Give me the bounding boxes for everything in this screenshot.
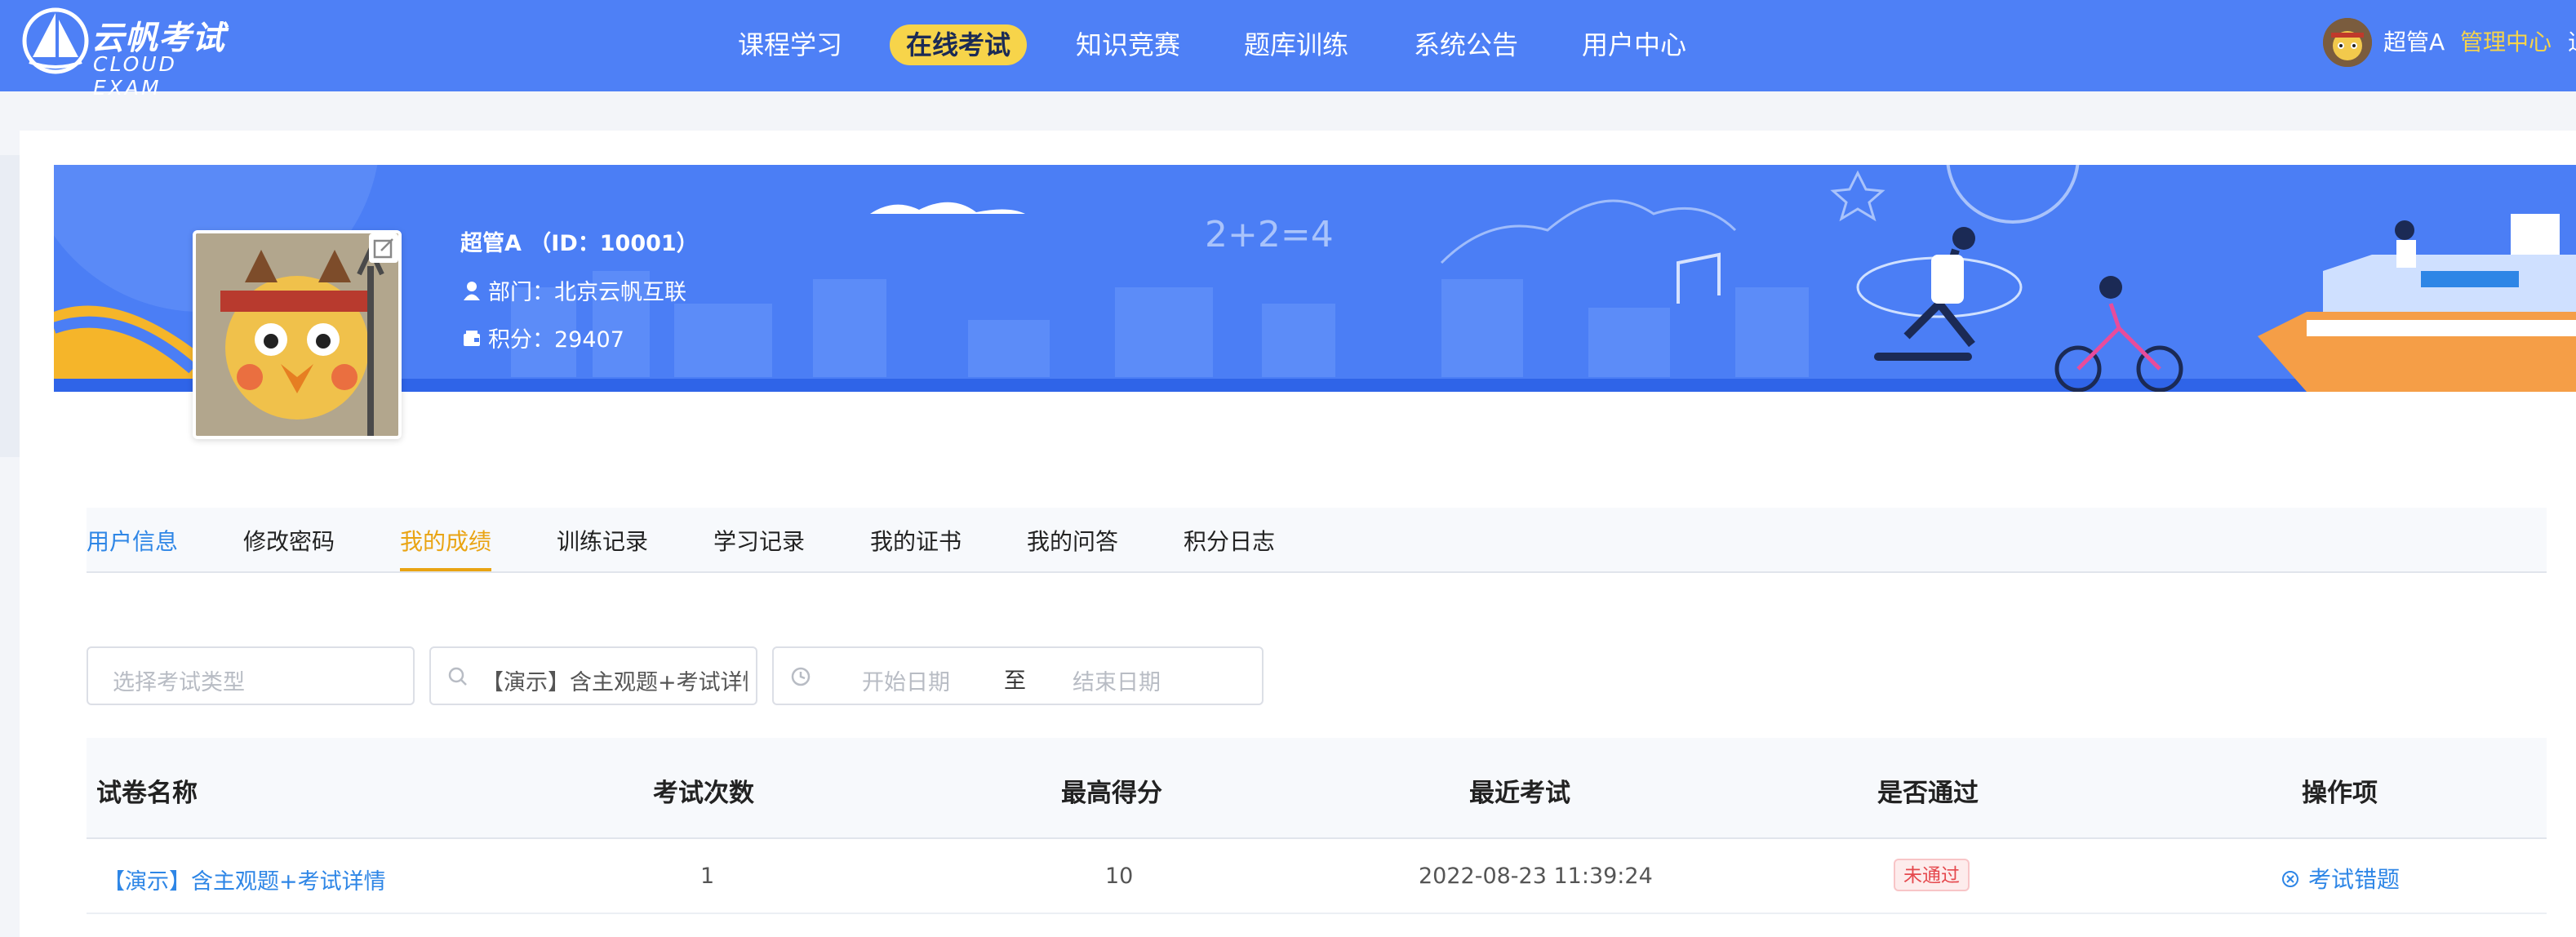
department-text: 部门：北京云帆互联 bbox=[488, 280, 686, 305]
points-text: 积分：29407 bbox=[488, 327, 624, 353]
top-nav-bar: 云帆考试 CLOUD EXAM 课程学习 在线考试 知识竞赛 题库训练 系统公告… bbox=[0, 0, 2576, 100]
brand-name-en: CLOUD EXAM bbox=[93, 52, 177, 100]
nav-item-contest[interactable]: 知识竞赛 bbox=[1059, 24, 1197, 65]
start-date-input[interactable]: 开始日期 bbox=[862, 664, 950, 696]
tab-my-qa[interactable]: 我的问答 bbox=[1027, 524, 1118, 557]
exam-type-select[interactable]: 选择考试类型 bbox=[87, 646, 415, 705]
profile-points: 积分：29407 bbox=[462, 322, 624, 353]
column-header-actions: 操作项 bbox=[2302, 779, 2378, 808]
nav-item-online-exam[interactable]: 在线考试 bbox=[890, 24, 1028, 65]
end-date-input[interactable]: 结束日期 bbox=[1073, 664, 1161, 696]
tab-change-password[interactable]: 修改密码 bbox=[243, 524, 335, 557]
max-score-cell: 10 bbox=[1105, 864, 1134, 889]
banner-illustration: 2+2=4 bbox=[54, 165, 2576, 392]
logo-sail-icon bbox=[22, 7, 89, 74]
side-strip bbox=[0, 155, 20, 457]
user-icon bbox=[462, 280, 485, 307]
nav-item-courses[interactable]: 课程学习 bbox=[722, 24, 859, 65]
search-value: 【演示】含主观题+考试详情 bbox=[482, 670, 748, 695]
wrong-questions-label: 考试错题 bbox=[2308, 866, 2401, 893]
date-range-picker[interactable]: 开始日期 至 结束日期 bbox=[772, 646, 1264, 705]
search-input[interactable]: 【演示】含主观题+考试详情 bbox=[429, 646, 757, 705]
nav-item-announcements[interactable]: 系统公告 bbox=[1397, 24, 1534, 65]
profile-name: 超管A （ID：10001） bbox=[460, 231, 699, 256]
edit-icon bbox=[373, 238, 393, 259]
user-avatar[interactable] bbox=[2323, 18, 2372, 67]
admin-center-link[interactable]: 管理中心 bbox=[2460, 24, 2552, 57]
active-tab-indicator bbox=[400, 568, 491, 571]
clock-icon bbox=[791, 667, 811, 686]
status-badge: 未通过 bbox=[1894, 859, 1970, 891]
range-separator: 至 bbox=[1004, 668, 1026, 694]
nav-item-question-bank[interactable]: 题库训练 bbox=[1228, 24, 1365, 65]
user-menu: 超管A 管理中心 退 bbox=[2323, 18, 2576, 70]
search-icon bbox=[448, 667, 467, 686]
column-header-max-score: 最高得分 bbox=[1061, 779, 1162, 808]
nav-item-user-center[interactable]: 用户中心 bbox=[1566, 24, 1703, 65]
user-name[interactable]: 超管A bbox=[2383, 24, 2445, 57]
paper-name-link[interactable]: 【演示】含主观题+考试详情 bbox=[103, 864, 386, 895]
tab-user-info[interactable]: 用户信息 bbox=[87, 524, 178, 557]
table-row: 【演示】含主观题+考试详情 1 10 2022-08-23 11:39:24 未… bbox=[87, 839, 2547, 914]
close-circle-icon bbox=[2281, 868, 2302, 895]
tab-my-certificates[interactable]: 我的证书 bbox=[870, 524, 962, 557]
svg-text:2+2=4: 2+2=4 bbox=[1205, 214, 1334, 255]
profile-tabs: 用户信息 修改密码 我的成绩 训练记录 学习记录 我的证书 我的问答 积分日志 bbox=[87, 508, 2547, 573]
exam-type-placeholder: 选择考试类型 bbox=[113, 670, 245, 695]
last-exam-cell: 2022-08-23 11:39:24 bbox=[1419, 864, 1653, 889]
column-header-last-exam: 最近考试 bbox=[1469, 779, 1570, 808]
edit-avatar-button[interactable] bbox=[369, 233, 398, 263]
wrong-questions-button[interactable]: 考试错题 bbox=[2281, 862, 2400, 895]
attempts-cell: 1 bbox=[700, 864, 715, 889]
tab-points-log[interactable]: 积分日志 bbox=[1184, 524, 1275, 557]
profile-banner: 2+2=4 bbox=[54, 165, 2576, 392]
brand-logo[interactable]: 云帆考试 CLOUD EXAM bbox=[21, 5, 250, 100]
tab-my-scores[interactable]: 我的成绩 bbox=[400, 524, 491, 557]
column-header-paper: 试卷名称 bbox=[96, 779, 198, 808]
column-header-attempts: 考试次数 bbox=[653, 779, 754, 808]
tab-study-records[interactable]: 学习记录 bbox=[713, 524, 805, 557]
tab-training-records[interactable]: 训练记录 bbox=[557, 524, 648, 557]
column-header-passed: 是否通过 bbox=[1877, 779, 1979, 808]
exit-link[interactable]: 退 bbox=[2568, 24, 2576, 57]
wallet-icon bbox=[462, 328, 485, 353]
profile-department: 部门：北京云帆互联 bbox=[462, 274, 686, 307]
scores-table-header: 试卷名称 考试次数 最高得分 最近考试 是否通过 操作项 bbox=[87, 738, 2547, 839]
